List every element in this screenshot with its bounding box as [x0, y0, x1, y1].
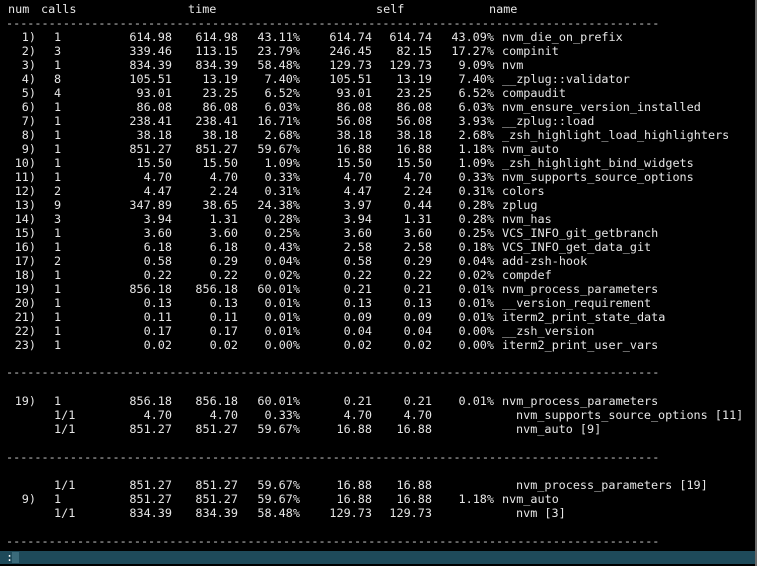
cell-sp: 1.18%: [458, 492, 494, 506]
cell-s2: 4.70: [403, 408, 432, 422]
cell-name: compaudit: [502, 86, 566, 100]
cell-sp: 0.01%: [458, 394, 494, 408]
cell-name: nvm_die_on_prefix: [502, 30, 623, 44]
cell-name: zplug: [502, 198, 538, 212]
cell-sp: 0.31%: [458, 184, 494, 198]
cell-sp: 9.09%: [458, 58, 494, 72]
cell-name: nvm_process_parameters: [502, 394, 659, 408]
cell-name: nvm_has: [502, 212, 552, 226]
cell-name: __zplug::load: [502, 114, 595, 128]
command-line[interactable]: :: [0, 550, 755, 564]
cell-sp: 0.01%: [458, 282, 494, 296]
cell-name: add-zsh-hook: [502, 254, 588, 268]
cell-sp: 0.18%: [458, 240, 494, 254]
cell-sp: 6.52%: [458, 86, 494, 100]
cell-name: nvm_supports_source_options: [502, 170, 694, 184]
cell-name: nvm_process_parameters: [502, 282, 659, 296]
cell-sp: 7.40%: [458, 72, 494, 86]
cell-s2: 16.88: [396, 422, 432, 436]
header-name: name: [489, 2, 518, 16]
cell-sp: 0.00%: [458, 338, 494, 352]
terminal-window[interactable]: num calls time self name ---------------…: [0, 0, 757, 566]
cell-name: nvm_supports_source_options [11]: [516, 408, 744, 422]
cell-name: compdef: [502, 268, 552, 282]
cell-sp: 1.09%: [458, 156, 494, 170]
cell-name: iterm2_print_state_data: [502, 310, 666, 324]
header-self: self: [376, 2, 405, 16]
cell-sp: 0.25%: [458, 226, 494, 240]
cell-sp: 0.04%: [458, 254, 494, 268]
header-calls: calls: [41, 2, 77, 16]
cell-sp: 43.09%: [451, 30, 494, 44]
cell-sp: 3.93%: [458, 114, 494, 128]
cell-name: nvm: [502, 58, 524, 72]
cell-name: _zsh_highlight_load_highlighters: [502, 128, 730, 142]
cell-name: VCS_INFO_git_getbranch: [502, 226, 659, 240]
cell-name: __zsh_version: [502, 324, 595, 338]
table-header: num calls time self name: [6, 2, 517, 16]
separator-line: ----------------------------------------…: [6, 450, 660, 464]
cell-name: nvm_ensure_version_installed: [502, 100, 701, 114]
cell-name: _zsh_highlight_bind_widgets: [502, 156, 694, 170]
cell-name: __version_requirement: [502, 296, 652, 310]
cell-sp: 1.18%: [458, 142, 494, 156]
cell-sp: 0.33%: [458, 170, 494, 184]
header-num: num: [8, 2, 30, 16]
cell-name: __zplug::validator: [502, 72, 630, 86]
separator-line: ----------------------------------------…: [6, 534, 660, 548]
cell-name: nvm_auto: [502, 492, 559, 506]
separator-line: ----------------------------------------…: [6, 16, 660, 30]
text-cursor: [12, 552, 19, 563]
header-time: time: [188, 2, 217, 16]
cell-name: colors: [502, 184, 545, 198]
cell-name: iterm2_print_user_vars: [502, 338, 659, 352]
cell-sp: 6.03%: [458, 100, 494, 114]
cell-name: nvm_auto: [502, 142, 559, 156]
cell-sp: 0.28%: [458, 212, 494, 226]
cell-sp: 0.01%: [458, 296, 494, 310]
cell-name: VCS_INFO_get_data_git: [502, 240, 652, 254]
cell-sp: 0.01%: [458, 310, 494, 324]
cell-name: nvm_auto [9]: [516, 422, 602, 436]
cell-name: nvm_process_parameters [19]: [516, 478, 708, 492]
cell-sp: 17.27%: [451, 44, 494, 58]
separator-line: ----------------------------------------…: [6, 365, 660, 379]
cell-name: nvm [3]: [516, 506, 566, 520]
cell-sp: 0.02%: [458, 268, 494, 282]
cell-sp: 0.28%: [458, 198, 494, 212]
cell-sp: 2.68%: [458, 128, 494, 142]
cell-s2: 16.88: [396, 478, 432, 492]
cell-sp: 0.00%: [458, 324, 494, 338]
cell-name: compinit: [502, 44, 559, 58]
cell-s2: 129.73: [389, 506, 432, 520]
